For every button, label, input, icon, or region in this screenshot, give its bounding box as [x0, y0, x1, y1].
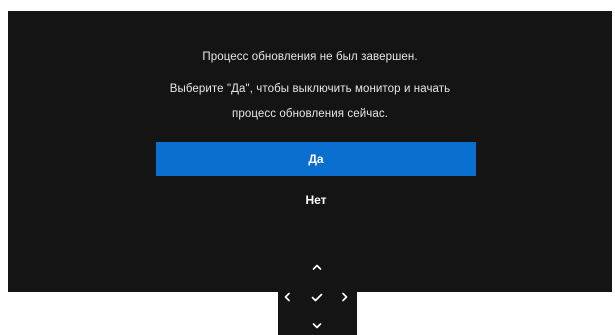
message-line-1: Процесс обновления не был завершен. — [202, 51, 418, 63]
screen: Процесс обновления не был завершен. Выбе… — [0, 0, 615, 335]
checkmark-icon[interactable] — [308, 288, 326, 306]
osd-dialog: Процесс обновления не был завершен. Выбе… — [8, 11, 612, 292]
chevron-up-icon[interactable] — [308, 258, 326, 276]
message-line-2: Выберите "Да", чтобы выключить монитор и… — [169, 83, 451, 95]
chevron-left-icon[interactable] — [278, 288, 296, 306]
yes-button[interactable]: Да — [156, 142, 476, 176]
no-button-label: Нет — [305, 193, 327, 207]
yes-button-label: Да — [308, 152, 324, 166]
chevron-down-icon[interactable] — [308, 317, 326, 335]
no-button[interactable]: Нет — [156, 189, 476, 211]
joystick-navigation — [278, 251, 357, 335]
chevron-right-icon[interactable] — [336, 288, 354, 306]
message-line-3: процесс обновления сейчас. — [232, 108, 388, 120]
